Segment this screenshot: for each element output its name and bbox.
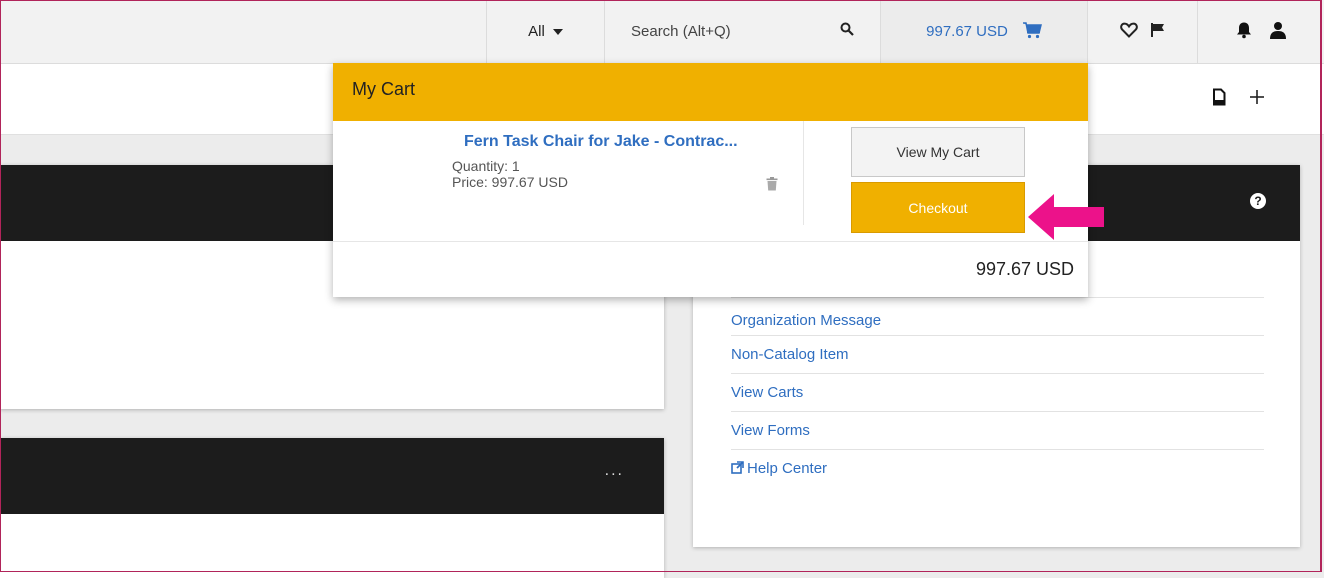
search-icon[interactable] [840,22,854,40]
help-icon[interactable]: ? [1250,193,1266,209]
pink-arrow [1028,194,1104,240]
cart-dropdown-title: My Cart [333,63,1088,121]
external-link-icon [731,451,744,488]
user-group [1197,0,1324,63]
checkout-button[interactable]: Checkout [851,182,1025,233]
cart-item-name[interactable]: Fern Task Chair for Jake - Contrac... [464,133,738,151]
caret-down-icon [552,28,563,35]
search-scope-label: All [528,23,545,40]
link-non-catalog-item[interactable]: Non-Catalog Item [731,335,1264,373]
user-icon[interactable] [1269,21,1287,43]
cart-button[interactable]: 997.67 USD [880,0,1087,63]
view-my-cart-button[interactable]: View My Cart [851,127,1025,177]
plus-icon[interactable] [1248,88,1266,111]
cart-icon [1022,21,1042,43]
bell-icon[interactable] [1235,21,1253,43]
favorites-group [1087,0,1197,63]
link-help-center[interactable]: Help Center [731,449,1264,487]
search-placeholder: Search (Alt+Q) [631,23,731,40]
cart-item-quantity: Quantity: 1 [452,158,520,174]
search-scope-dropdown[interactable]: All [486,0,604,63]
link-organization-message[interactable]: Organization Message [731,297,1264,335]
left-widget-bottom: ... [0,438,664,578]
document-icon[interactable] [1212,88,1226,111]
cart-item-price: Price: 997.67 USD [452,174,568,190]
flag-icon[interactable] [1150,22,1166,42]
quick-links-list: Organization Message Non-Catalog Item Vi… [731,297,1264,487]
search-input[interactable]: Search (Alt+Q) [604,0,880,63]
left-widget-bottom-header: ... [0,438,664,514]
trash-icon[interactable] [766,177,778,196]
top-navigation-bar: All Search (Alt+Q) 997.67 USD [0,0,1324,64]
cart-divider [803,121,804,225]
cart-total: 997.67 USD [975,259,1074,279]
heart-icon[interactable] [1119,22,1138,42]
ellipsis-icon[interactable]: ... [605,462,624,480]
link-view-forms[interactable]: View Forms [731,411,1264,449]
cart-dropdown: My Cart Fern Task Chair for Jake - Contr… [333,63,1088,297]
cart-item-row: Fern Task Chair for Jake - Contrac... Qu… [333,121,1088,242]
cart-total-label: 997.67 USD [926,23,1008,40]
link-view-carts[interactable]: View Carts [731,373,1264,411]
